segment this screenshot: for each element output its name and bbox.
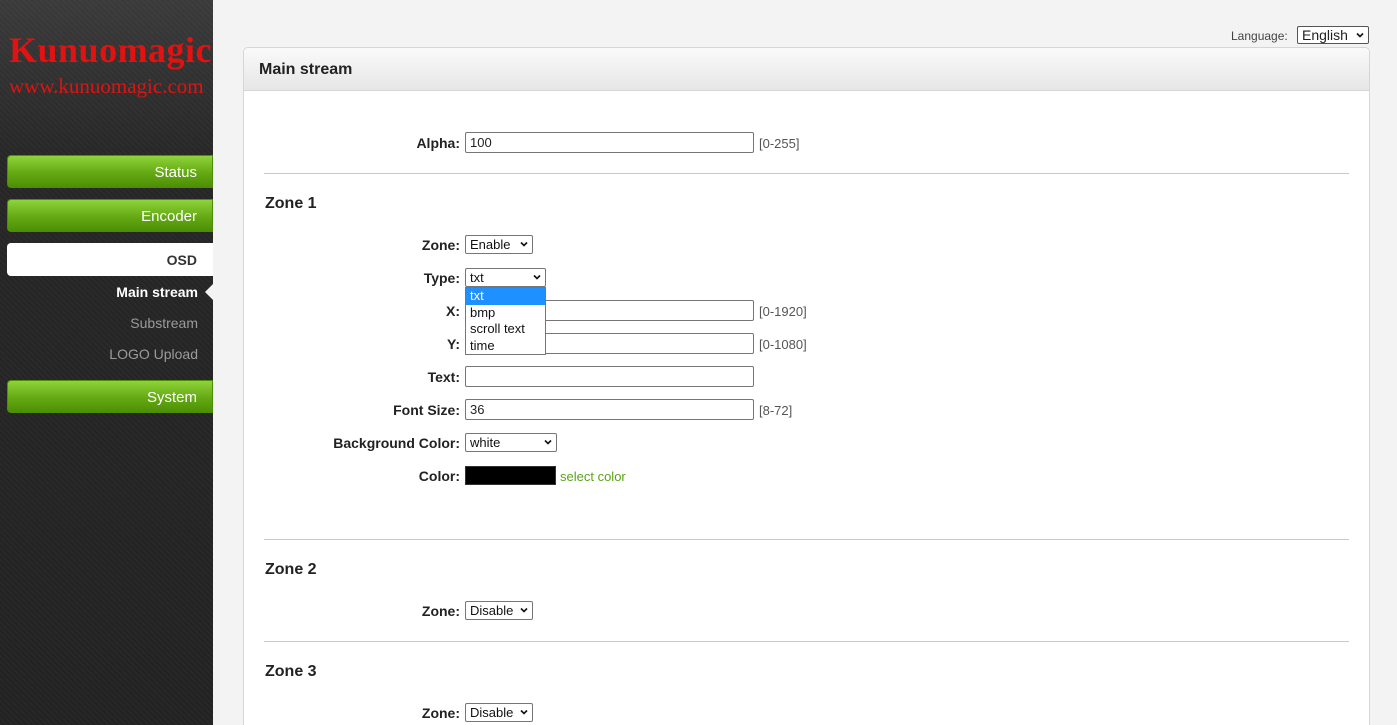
nav-status-button[interactable]: Status <box>7 155 213 188</box>
divider <box>264 641 1349 642</box>
type-option-scroll-text[interactable]: scroll text <box>466 321 545 338</box>
zone2-zone-value: Disable <box>470 603 514 618</box>
type-dropdown-list: txt bmp scroll text time <box>465 287 546 355</box>
zone3-title: Zone 3 <box>265 663 317 680</box>
zone1-bg-color-value: white <box>470 435 501 450</box>
panel-title: Main stream <box>244 48 1369 91</box>
language-select[interactable]: English <box>1297 26 1369 44</box>
zone2-title: Zone 2 <box>265 561 317 578</box>
select-color-link[interactable]: select color <box>560 469 626 484</box>
language-value: English <box>1302 27 1348 43</box>
zone1-title: Zone 1 <box>265 195 317 212</box>
zone1-zone-value: Enable <box>470 237 511 252</box>
zone1-y-label: Y: <box>447 336 460 352</box>
chevron-down-icon <box>533 274 541 280</box>
chevron-down-icon <box>520 607 528 613</box>
alpha-input[interactable]: 100 <box>465 132 754 153</box>
zone1-font-size-range: [8-72] <box>759 403 793 418</box>
divider <box>264 173 1349 174</box>
sidebar-item-main-stream[interactable]: Main stream <box>116 284 198 300</box>
brand-name: Kunuomagic <box>9 30 213 70</box>
zone1-zone-select[interactable]: Enable <box>465 235 533 254</box>
zone1-bg-color-select[interactable]: white <box>465 433 557 452</box>
type-option-bmp[interactable]: bmp <box>466 305 545 322</box>
zone1-x-label: X: <box>446 303 460 319</box>
zone1-zone-label: Zone: <box>421 237 460 253</box>
zone1-bg-color-label: Background Color: <box>333 435 460 451</box>
zone1-type-label: Type: <box>423 270 460 286</box>
zone1-type-select[interactable]: txt <box>465 268 546 287</box>
zone1-color-label: Color: <box>418 468 460 484</box>
zone3-zone-value: Disable <box>470 705 514 720</box>
type-option-time[interactable]: time <box>466 338 545 355</box>
main-panel: Main stream Alpha: 100 [0-255] Zone 1 Zo… <box>243 47 1370 725</box>
zone1-font-size-input[interactable]: 36 <box>465 399 754 420</box>
brand-url: www.kunuomagic.com <box>9 74 204 98</box>
zone1-type-value: txt <box>470 270 484 285</box>
zone3-zone-select[interactable]: Disable <box>465 703 533 722</box>
zone1-color-swatch[interactable] <box>465 466 556 485</box>
zone1-font-size-label: Font Size: <box>393 402 460 418</box>
zone1-text-label: Text: <box>427 369 460 385</box>
chevron-down-icon <box>520 709 528 715</box>
alpha-label: Alpha: <box>416 135 460 151</box>
zone1-x-range: [0-1920] <box>759 304 807 319</box>
alpha-range: [0-255] <box>759 136 800 151</box>
nav-encoder-button[interactable]: Encoder <box>7 199 213 232</box>
chevron-down-icon <box>1356 32 1364 38</box>
type-option-txt[interactable]: txt <box>466 288 545 305</box>
active-pointer-icon <box>205 284 213 300</box>
zone3-zone-label: Zone: <box>421 705 460 721</box>
chevron-down-icon <box>520 241 528 247</box>
zone2-zone-select[interactable]: Disable <box>465 601 533 620</box>
zone2-zone-label: Zone: <box>421 603 460 619</box>
divider <box>264 539 1349 540</box>
chevron-down-icon <box>544 439 552 445</box>
language-label: Language: <box>1231 29 1288 43</box>
zone1-y-range: [0-1080] <box>759 337 807 352</box>
zone1-text-input[interactable] <box>465 366 754 387</box>
